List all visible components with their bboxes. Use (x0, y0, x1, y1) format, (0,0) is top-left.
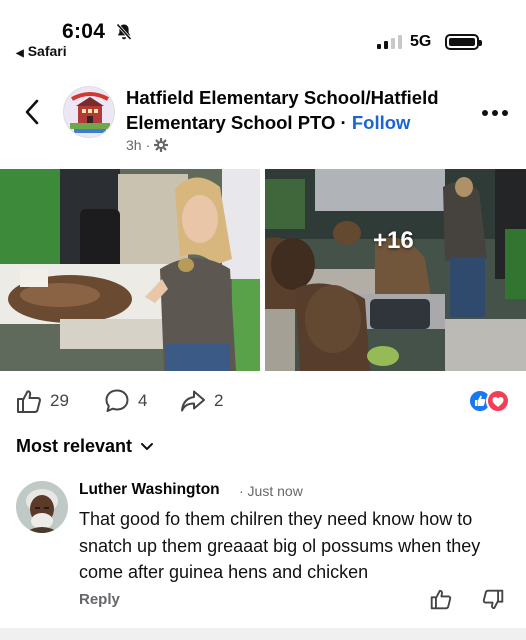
chevron-down-icon (141, 442, 154, 450)
battery-icon (445, 34, 482, 50)
signal-icon (377, 34, 402, 49)
like-button[interactable]: 29 (16, 388, 69, 414)
status-bar: 6:04 ◀ Safari 5G (0, 0, 526, 64)
post-photo-1[interactable] (0, 169, 260, 371)
bell-slash-icon (116, 23, 132, 41)
comment-icon (105, 389, 129, 412)
post-header-title: Hatfield Elementary School/Hatfield Elem… (126, 85, 476, 135)
sort-label: Most relevant (16, 436, 133, 456)
comment-sort-dropdown[interactable]: Most relevant (16, 436, 154, 457)
title-separator: · (335, 112, 352, 133)
commenter-avatar[interactable] (16, 481, 68, 533)
follow-button[interactable]: Follow (352, 112, 411, 133)
like-count: 29 (50, 391, 69, 410)
meta-separator: · (145, 137, 151, 153)
love-reaction-icon (486, 389, 510, 413)
comment-count: 4 (138, 391, 148, 410)
post-photo-2[interactable]: +16 (265, 169, 526, 371)
share-count: 2 (214, 391, 224, 410)
more-icon[interactable] (481, 109, 509, 117)
bottom-divider (0, 628, 526, 640)
post-age: 3h (126, 137, 142, 153)
comment-text: That good fo them chilren they need know… (79, 509, 481, 582)
share-icon (181, 390, 205, 412)
back-chevron-icon[interactable] (22, 99, 44, 125)
thumbs-up-icon[interactable] (430, 588, 452, 610)
thumbs-down-icon[interactable] (482, 589, 504, 611)
commenter-name[interactable]: Luther Washington (79, 481, 220, 499)
comment-time: · Just now (239, 483, 303, 499)
back-app-label: Safari (27, 43, 67, 59)
reply-button[interactable]: Reply (79, 591, 120, 608)
comment-button[interactable]: 4 (104, 388, 147, 414)
reaction-icons[interactable] (468, 388, 512, 414)
post-meta: 3h · (126, 137, 169, 153)
post-action-bar: 29 4 2 (0, 384, 526, 418)
back-to-safari[interactable]: ◀ Safari (16, 43, 67, 59)
more-photos-count: +16 (373, 227, 414, 254)
back-triangle-icon: ◀ (16, 48, 24, 59)
page-avatar[interactable] (63, 86, 115, 138)
status-time: 6:04 (62, 20, 106, 43)
network-label: 5G (410, 33, 432, 50)
globe-icon (154, 138, 169, 152)
share-button[interactable]: 2 (180, 388, 223, 414)
thumbs-up-icon (17, 390, 41, 413)
